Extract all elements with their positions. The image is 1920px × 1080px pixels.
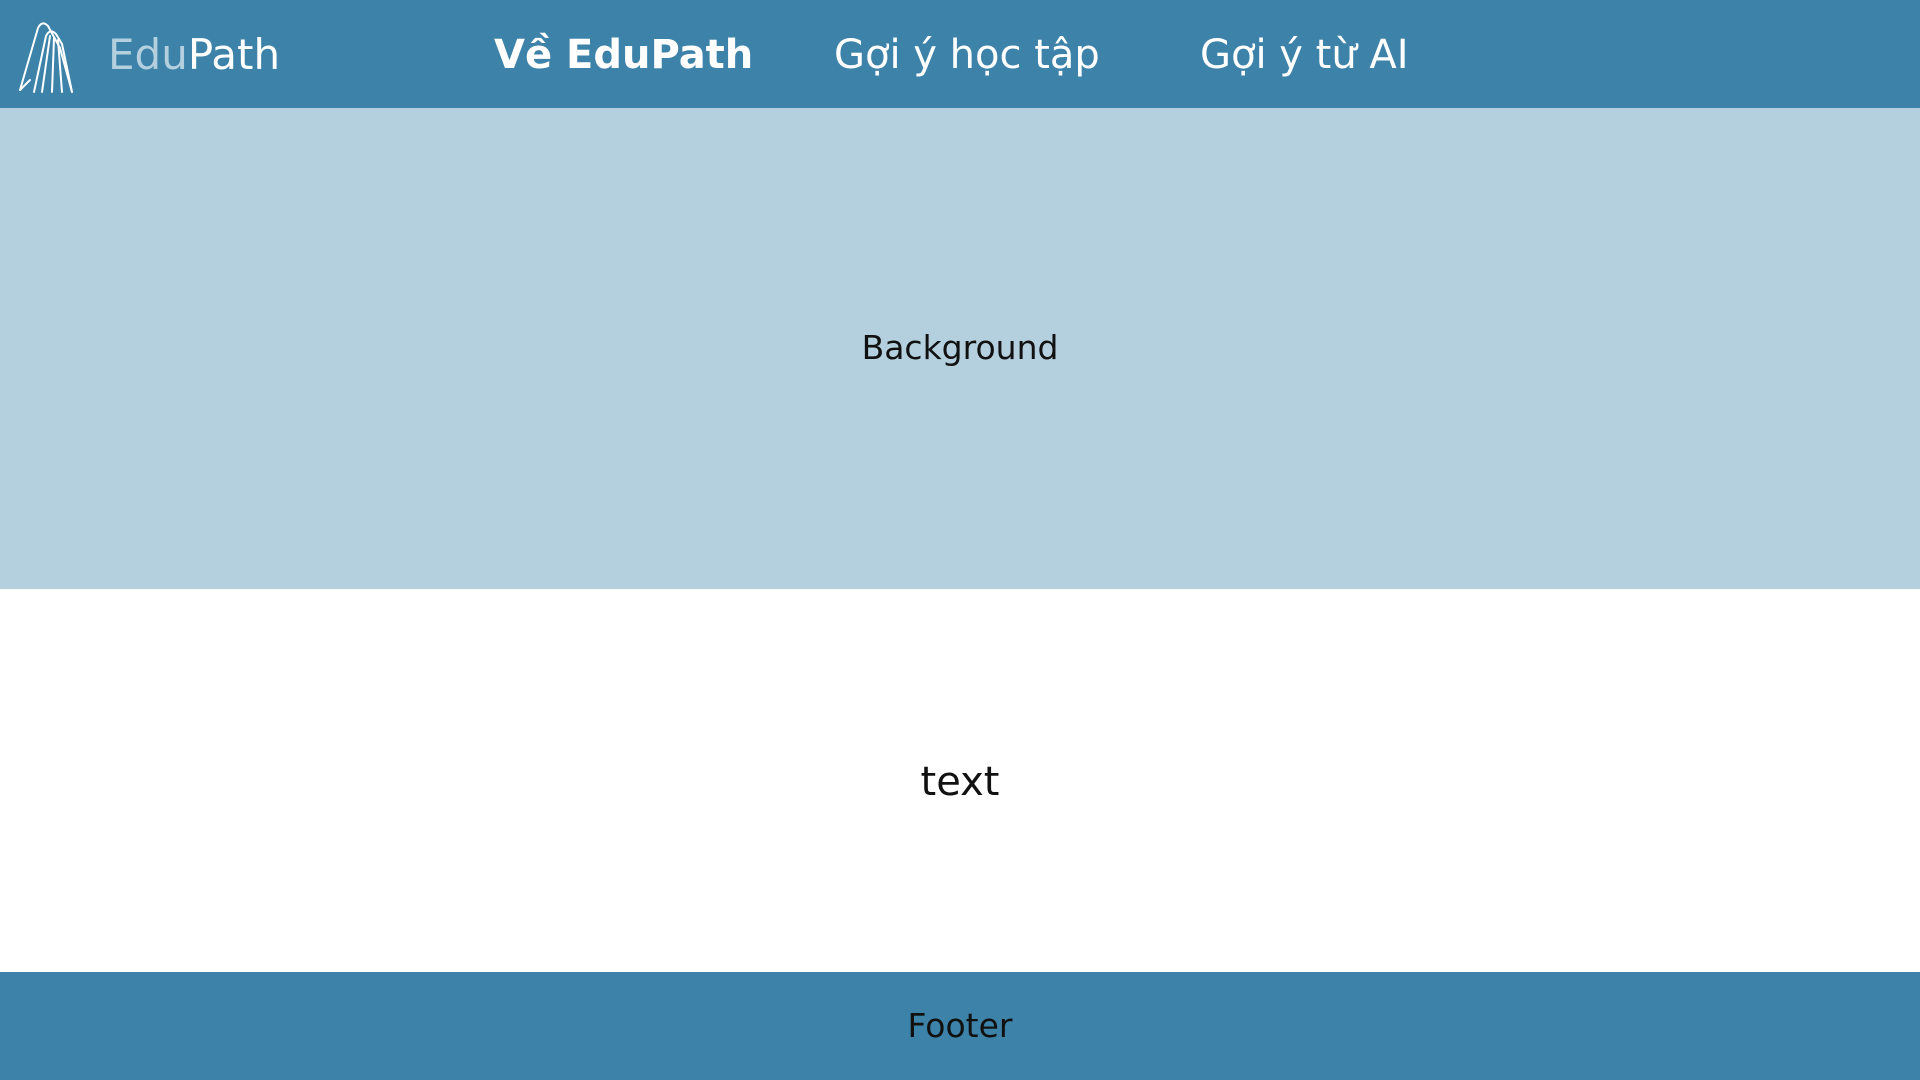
footer: Footer [0, 972, 1920, 1080]
content-text: text [920, 759, 1000, 805]
brand-name-part-edu: Edu [108, 30, 188, 79]
hero-background-section: Background [0, 108, 1920, 589]
nav-item-ai-suggestions[interactable]: Gợi ý từ AI [1200, 28, 1409, 82]
footer-label: Footer [907, 1006, 1013, 1045]
brand-name-part-path: Path [187, 30, 281, 79]
nav-item-about[interactable]: Về EduPath [494, 28, 753, 82]
brand-name[interactable]: EduPath [108, 28, 280, 82]
hero-label: Background [861, 328, 1059, 367]
edupath-logo-icon[interactable] [16, 16, 96, 96]
nav-item-study-suggestions[interactable]: Gợi ý học tập [834, 28, 1100, 82]
top-navigation-bar: EduPath Về EduPath Gợi ý học tập Gợi ý t… [0, 0, 1920, 108]
content-section: text [0, 589, 1920, 972]
